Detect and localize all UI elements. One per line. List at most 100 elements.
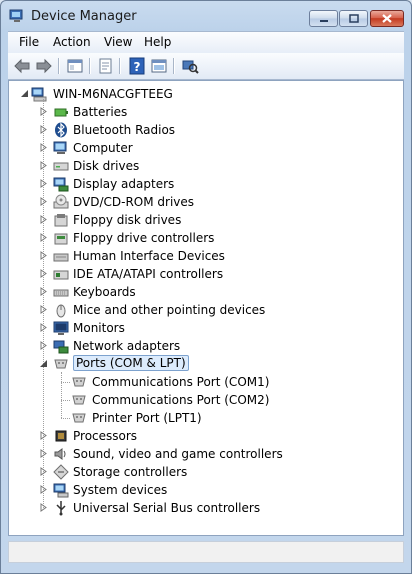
expand-arrow-icon[interactable] [39,503,48,512]
computer-icon [31,87,47,102]
tree-category-batteries[interactable]: Batteries [9,103,403,121]
expand-arrow-icon[interactable] [39,341,48,350]
show-hidden-icon[interactable] [150,57,168,75]
menu-help[interactable]: Help [141,35,174,49]
tree-category-label: Processors [73,429,138,443]
help-icon[interactable]: ? [128,57,146,75]
device-manager-window: Device Manager File Action View Help ? W… [0,0,412,574]
toolbar-separator [89,58,91,74]
tree-category-human-interface-devices[interactable]: Human Interface Devices [9,247,403,265]
tree-category-label: Disk drives [73,159,140,173]
tree-branch-line [61,418,70,419]
tree-device-communications-port-com2[interactable]: Communications Port (COM2) [9,391,403,409]
sound-icon [54,448,66,460]
expand-arrow-icon[interactable] [39,323,48,332]
menu-action[interactable]: Action [50,35,94,49]
expand-arrow-icon[interactable] [39,269,48,278]
minimize-icon [319,19,328,22]
keyboard-icon [53,289,69,297]
tree-category-label: DVD/CD-ROM drives [73,195,195,209]
expand-arrow-icon[interactable] [39,251,48,260]
tree-category-mice-and-other-pointing-devices[interactable]: Mice and other pointing devices [9,301,403,319]
tree-root[interactable]: WIN-M6NACGFTEEG [9,85,403,103]
tree-category-label: Sound, video and game controllers [73,447,283,461]
maximize-icon [348,14,359,23]
expand-arrow-icon[interactable] [39,467,48,476]
expand-arrow-icon[interactable] [39,287,48,296]
bluetooth-icon [55,122,67,138]
tree-category-network-adapters[interactable]: Network adapters [9,337,403,355]
collapse-arrow-icon[interactable] [39,359,48,368]
tree-category-label: Mice and other pointing devices [73,303,266,317]
expand-arrow-icon[interactable] [39,305,48,314]
scan-hardware-icon[interactable] [181,57,199,75]
monitor-icon [53,321,69,335]
expand-arrow-icon[interactable] [39,197,48,206]
display-adapter-icon [53,177,69,192]
tree-category-label: Storage controllers [73,465,188,479]
expand-arrow-icon[interactable] [39,485,48,494]
tree-category-label: Monitors [73,321,125,335]
expand-arrow-icon[interactable] [39,143,48,152]
tree-category-ports-com-lpt[interactable]: Ports (COM & LPT) [9,355,403,373]
expand-arrow-icon[interactable] [39,449,48,458]
tree-category-label: Display adapters [73,177,175,191]
menu-file[interactable]: File [16,35,42,49]
back-icon[interactable] [13,57,31,75]
tree-category-label: Bluetooth Radios [73,123,176,137]
forward-icon[interactable] [35,57,53,75]
disk-drive-icon [53,162,69,171]
tree-category-system-devices[interactable]: System devices [9,481,403,499]
tree-category-floppy-disk-drives[interactable]: Floppy disk drives [9,211,403,229]
expand-arrow-icon[interactable] [39,233,48,242]
document-icon[interactable] [96,57,114,75]
minimize-button[interactable] [309,10,338,27]
tree-category-label: Batteries [73,105,128,119]
network-adapter-icon [53,340,69,354]
expand-arrow-icon[interactable] [39,125,48,134]
toolbar-separator [58,58,60,74]
tree-category-label: Computer [73,141,133,155]
device-manager-icon [9,9,23,22]
expand-arrow-icon[interactable] [39,161,48,170]
tree-category-computer[interactable]: Computer [9,139,403,157]
tree-category-monitors[interactable]: Monitors [9,319,403,337]
toolbar: ? [8,53,404,80]
expand-arrow-icon[interactable] [39,179,48,188]
tree-category-bluetooth-radios[interactable]: Bluetooth Radios [9,121,403,139]
tree-category-sound-video-and-game-controllers[interactable]: Sound, video and game controllers [9,445,403,463]
tree-category-floppy-drive-controllers[interactable]: Floppy drive controllers [9,229,403,247]
maximize-button[interactable] [339,10,368,27]
system-device-icon [53,483,69,498]
menu-view[interactable]: View [101,35,135,49]
tree-category-display-adapters[interactable]: Display adapters [9,175,403,193]
tree-category-label: Floppy drive controllers [73,231,215,245]
expand-arrow-icon[interactable] [39,431,48,440]
tree-category-processors[interactable]: Processors [9,427,403,445]
storage-controller-icon [53,464,69,480]
close-button[interactable] [370,10,404,27]
tree-category-disk-drives[interactable]: Disk drives [9,157,403,175]
collapse-arrow-icon[interactable] [20,89,29,98]
tree-device-communications-port-com1[interactable]: Communications Port (COM1) [9,373,403,391]
processor-icon [55,430,67,442]
properties-panel-icon[interactable] [66,57,84,75]
tree-device-label: Communications Port (COM2) [92,393,270,407]
tree-category-ide-ata-atapi-controllers[interactable]: IDE ATA/ATAPI controllers [9,265,403,283]
title-bar[interactable]: Device Manager [1,1,411,31]
tree-category-storage-controllers[interactable]: Storage controllers [9,463,403,481]
device-tree[interactable]: WIN-M6NACGFTEEG Batteries Bluetooth Radio… [8,80,404,536]
tree-category-label: Floppy disk drives [73,213,182,227]
tree-branch-line [61,400,70,401]
expand-arrow-icon[interactable] [39,215,48,224]
tree-category-dvd-cd-rom-drives[interactable]: DVD/CD-ROM drives [9,193,403,211]
tree-category-universal-serial-bus-controllers[interactable]: Universal Serial Bus controllers [9,499,403,517]
expand-arrow-icon[interactable] [39,107,48,116]
tree-device-printer-port-lpt1[interactable]: Printer Port (LPT1) [9,409,403,427]
tree-category-keyboards[interactable]: Keyboards [9,283,403,301]
dvd-drive-icon [53,194,69,209]
tree-category-label: System devices [73,483,168,497]
battery-icon [54,108,68,117]
computer-name-label: WIN-M6NACGFTEEG [53,87,173,101]
ide-controller-icon [53,270,69,280]
